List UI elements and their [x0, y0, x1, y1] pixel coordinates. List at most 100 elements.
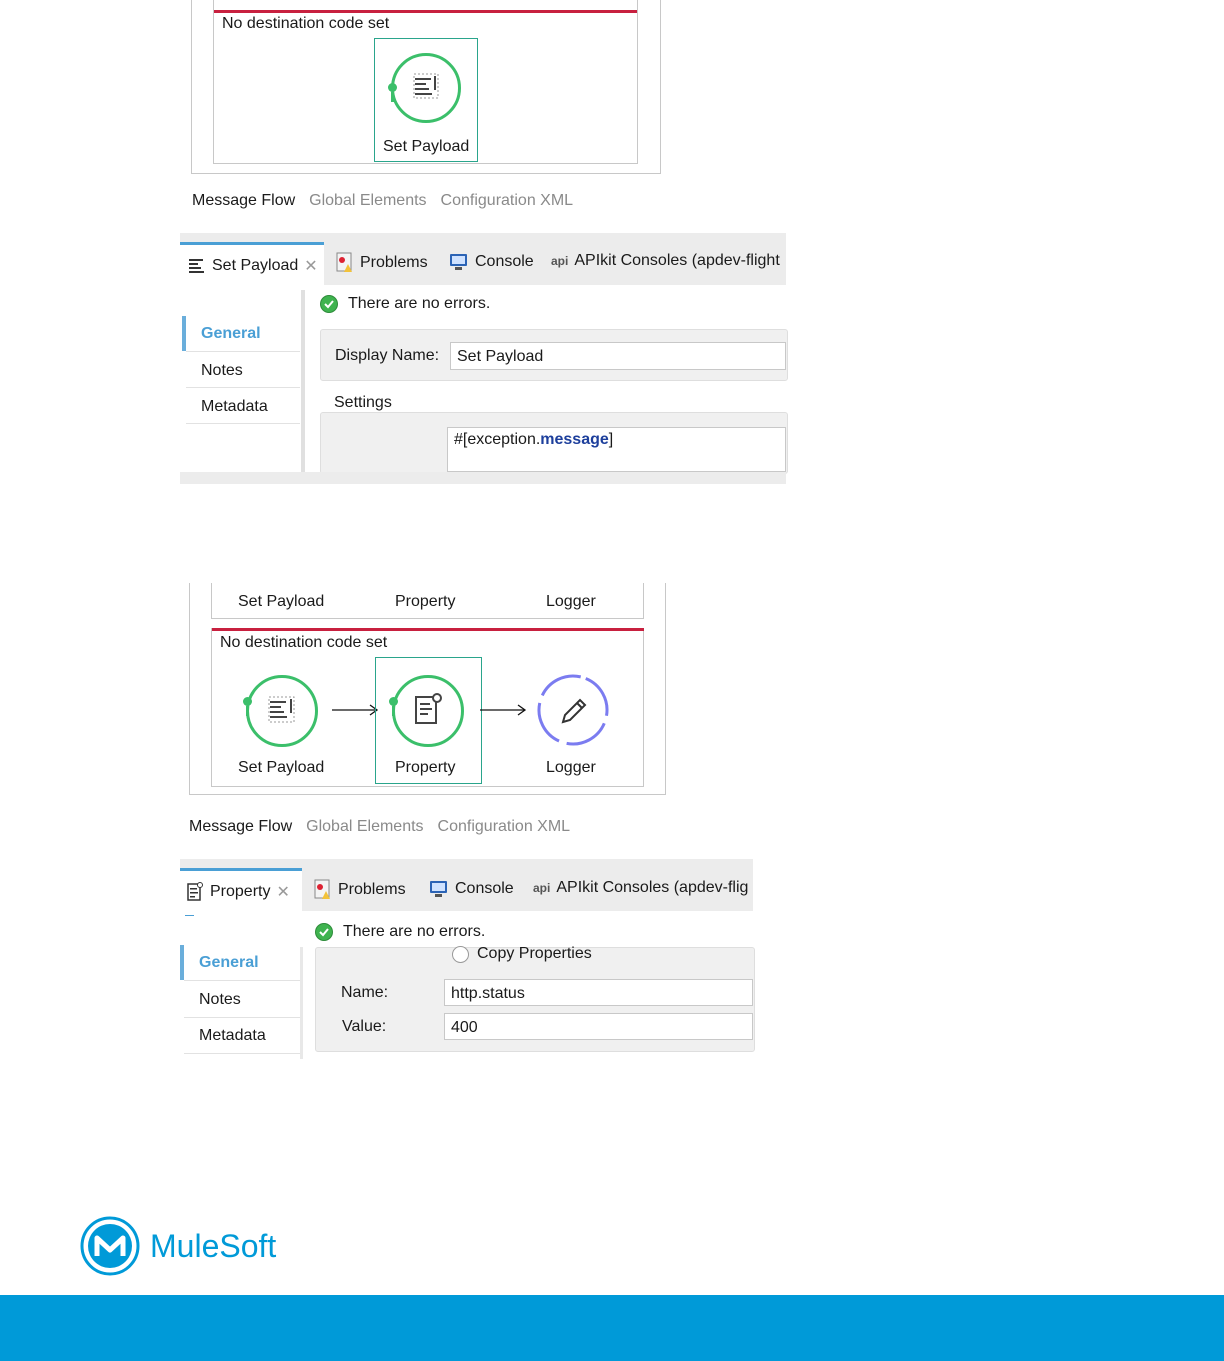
set-payload-small-icon: [189, 258, 204, 273]
tab-label: Property: [210, 882, 271, 900]
api-icon: api: [551, 254, 569, 268]
settings-heading: Settings: [334, 394, 392, 411]
node-label: Set Payload: [238, 759, 325, 776]
sidebar-divider: [301, 290, 305, 472]
tab-console[interactable]: Console: [429, 879, 514, 899]
tab-problems[interactable]: Problems: [334, 252, 428, 274]
close-icon[interactable]: ✕: [276, 882, 289, 902]
status-row: There are no errors.: [320, 295, 490, 313]
mulesoft-logo: MuleSoft: [80, 1216, 276, 1276]
arrow-icon: [332, 704, 379, 716]
sidebar-item-general[interactable]: General: [182, 316, 298, 351]
logo-text: MuleSoft: [150, 1227, 277, 1264]
tab-problems[interactable]: Problems: [312, 879, 406, 901]
tab-apikit-consoles[interactable]: api APIkit Consoles (apdev-flight: [551, 252, 780, 270]
problems-icon: [336, 252, 352, 272]
set-payload-node[interactable]: Set Payload: [374, 38, 478, 162]
sidebar-item-notes[interactable]: Notes: [199, 991, 241, 1009]
tab-message-flow[interactable]: Message Flow: [189, 818, 292, 835]
set-payload-icon[interactable]: [246, 675, 318, 747]
sidebar-item-label: General: [201, 325, 261, 342]
tab-property[interactable]: Property ✕: [180, 868, 302, 912]
name-field[interactable]: http.status: [444, 979, 753, 1006]
sidebar-separator: [184, 1017, 300, 1018]
value-label: Value:: [342, 1018, 387, 1035]
value-field[interactable]: 400: [444, 1013, 753, 1040]
sidebar-separator: [186, 351, 300, 352]
tab-underline: [185, 915, 194, 916]
prev-node-label: Logger: [546, 593, 596, 610]
expression-keyword: message: [540, 431, 609, 448]
sidebar-item-label: Notes: [199, 991, 241, 1008]
property-icon: [392, 675, 464, 747]
editor-tabs-bottom: Message Flow Global Elements Configuration…: [189, 818, 584, 836]
sidebar-divider: [300, 947, 303, 1059]
sidebar-item-metadata[interactable]: Metadata: [199, 1027, 266, 1045]
sidebar-separator: [186, 423, 300, 424]
tab-label: Console: [475, 253, 534, 270]
sidebar-item-general[interactable]: General: [180, 945, 300, 980]
tab-label: Problems: [338, 881, 406, 898]
sidebar-item-metadata[interactable]: Metadata: [201, 398, 268, 416]
status-text: There are no errors.: [343, 923, 486, 940]
tab-label: APIkit Consoles (apdev-flig: [556, 879, 749, 896]
copy-properties-label: Copy Properties: [477, 945, 592, 962]
connector-dot: [389, 697, 398, 706]
sidebar-item-label: General: [199, 954, 259, 971]
connector-line: [246, 706, 249, 716]
tab-label: APIkit Consoles (apdev-flight: [574, 252, 780, 269]
expression-prefix: #[exception.: [454, 431, 541, 448]
tab-global-elements[interactable]: Global Elements: [306, 818, 423, 835]
close-icon[interactable]: ✕: [304, 256, 317, 276]
property-small-icon: [187, 881, 203, 901]
connector-line: [392, 706, 395, 716]
set-payload-icon: [391, 53, 461, 123]
problems-icon: [314, 879, 330, 899]
sidebar-separator: [186, 387, 300, 388]
console-icon: [430, 881, 447, 897]
display-name-field[interactable]: Set Payload: [450, 342, 786, 370]
error-line: [214, 10, 637, 13]
connector-dot: [243, 697, 252, 706]
sidebar-separator: [184, 1053, 300, 1054]
logger-node[interactable]: [536, 673, 610, 747]
sidebar-item-label: Notes: [201, 362, 243, 379]
sidebar-item-notes[interactable]: Notes: [201, 362, 243, 380]
mulesoft-logo-icon: [80, 1216, 140, 1276]
prev-node-label: Set Payload: [238, 593, 325, 610]
success-check-icon: [315, 923, 333, 941]
error-message: No destination code set: [220, 634, 388, 651]
radio-button[interactable]: [452, 945, 469, 963]
node-label: Property: [395, 759, 456, 776]
tab-configuration-xml[interactable]: Configuration XML: [438, 818, 571, 835]
logger-icon: [537, 674, 609, 746]
horizontal-scrollbar[interactable]: [180, 472, 786, 484]
sidebar-separator: [184, 980, 300, 981]
node-label: Logger: [546, 759, 596, 776]
tab-global-elements[interactable]: Global Elements: [309, 192, 426, 209]
editor-tabs-top: Message Flow Global Elements Configuration…: [192, 192, 587, 210]
console-icon: [450, 254, 467, 270]
success-check-icon: [320, 295, 338, 313]
api-icon: api: [533, 881, 551, 895]
expression-editor[interactable]: #[exception.message]: [447, 427, 786, 472]
tab-console[interactable]: Console: [449, 252, 534, 272]
tab-set-payload[interactable]: Set Payload ✕: [180, 242, 324, 286]
copy-properties-option[interactable]: Copy Properties: [452, 945, 592, 963]
error-line: [212, 628, 644, 631]
tab-message-flow[interactable]: Message Flow: [192, 192, 295, 209]
tab-configuration-xml[interactable]: Configuration XML: [441, 192, 574, 209]
node-label: Set Payload: [383, 138, 470, 155]
sidebar-item-label: Metadata: [201, 398, 268, 415]
connector-line: [391, 92, 394, 102]
error-message: No destination code set: [222, 15, 390, 32]
tab-label: Set Payload: [212, 256, 299, 274]
display-name-label: Display Name:: [335, 347, 440, 364]
name-label: Name:: [341, 984, 389, 1001]
property-node[interactable]: Property: [375, 657, 482, 784]
prev-node-label: Property: [395, 593, 456, 610]
tab-label: Console: [455, 880, 514, 897]
tab-apikit-consoles[interactable]: api APIkit Consoles (apdev-flig: [533, 879, 753, 897]
expression-suffix: ]: [608, 431, 614, 448]
tab-label: Problems: [360, 254, 428, 271]
